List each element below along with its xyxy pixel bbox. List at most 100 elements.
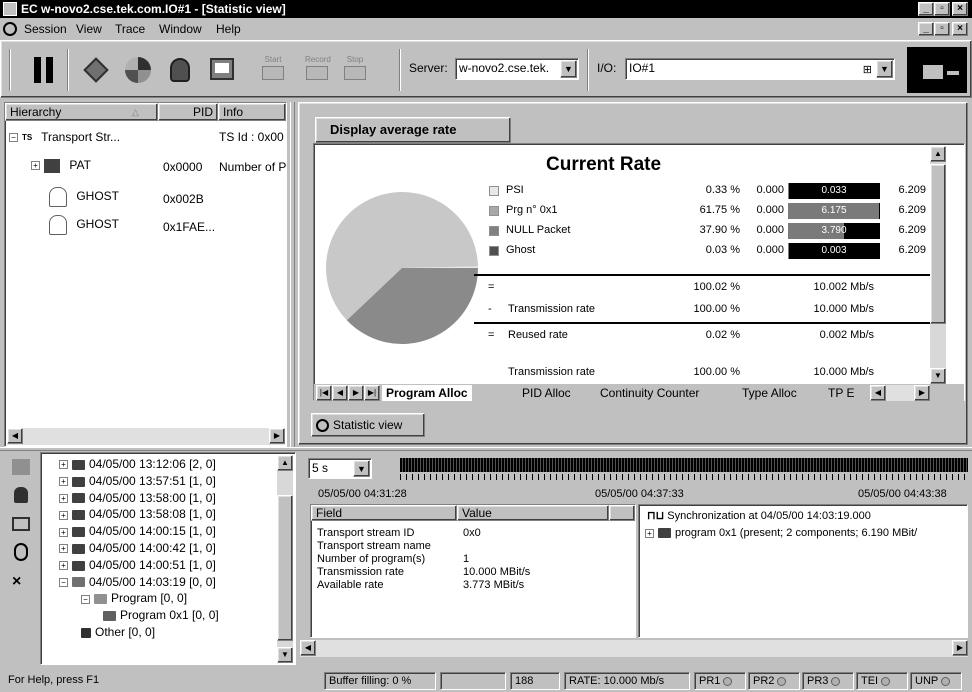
close-button[interactable]: ×: [952, 2, 968, 16]
event-row[interactable]: +04/05/00 14:00:15 [1, 0]: [59, 524, 216, 538]
event-row[interactable]: +04/05/00 13:58:00 [1, 0]: [59, 491, 216, 505]
tab-program-alloc[interactable]: Program Alloc: [382, 385, 472, 401]
collapse-icon[interactable]: −: [81, 594, 90, 604]
scroll-down-icon[interactable]: ▼: [930, 368, 946, 384]
record-button[interactable]: Record: [305, 55, 331, 85]
close-icon[interactable]: ×: [12, 573, 21, 591]
menu-session[interactable]: Session: [24, 18, 67, 40]
child-restore-button[interactable]: ▫: [934, 22, 950, 36]
column-header-value[interactable]: Value: [457, 505, 609, 521]
tab-tp-e[interactable]: TP E: [824, 385, 858, 401]
stop-button[interactable]: Stop: [343, 55, 367, 85]
scroll-thumb[interactable]: [277, 495, 293, 641]
event-row[interactable]: −04/05/00 14:03:19 [0, 0]: [59, 575, 216, 589]
child-minimize-button[interactable]: _: [918, 22, 934, 36]
thermometer-icon[interactable]: [14, 543, 28, 561]
doc-icon[interactable]: [3, 22, 17, 36]
vertical-scrollbar[interactable]: ▲ ▼: [277, 455, 293, 663]
column-header-field[interactable]: Field: [311, 505, 457, 521]
minimize-button[interactable]: _: [918, 2, 934, 16]
statistic-view-tab[interactable]: Statistic view: [311, 413, 425, 437]
prev-tab-icon[interactable]: ◀: [332, 385, 348, 401]
interval-select[interactable]: 5 s ▼: [308, 458, 372, 479]
tab-scrollbar[interactable]: ◀ ▶: [870, 385, 930, 401]
monitor-icon[interactable]: [207, 55, 237, 85]
tree-row-program[interactable]: + program 0x1 (present; 2 components; 6.1…: [645, 527, 917, 539]
expand-icon[interactable]: +: [59, 477, 68, 487]
expand-icon[interactable]: +: [31, 161, 40, 171]
hierarchy-tree[interactable]: Hierarchy △ PID Info − TS Transport Str...…: [4, 102, 287, 447]
display-average-rate-tab[interactable]: Display average rate: [315, 117, 511, 143]
expand-icon[interactable]: +: [59, 493, 68, 503]
collapse-icon[interactable]: −: [59, 577, 68, 587]
start-button[interactable]: Start: [261, 55, 285, 85]
scroll-right-icon[interactable]: ▶: [952, 640, 968, 656]
expand-icon[interactable]: +: [59, 561, 68, 571]
last-tab-icon[interactable]: ▶|: [364, 385, 380, 401]
tree-row-transport-stream[interactable]: − TS Transport Str...: [9, 130, 120, 144]
field-table[interactable]: Field Value Transport stream ID 0x0 Transp…: [310, 504, 636, 638]
chevron-down-icon[interactable]: ▼: [560, 60, 577, 78]
event-log-tree[interactable]: +04/05/00 13:12:06 [2, 0] +04/05/00 13:57…: [40, 452, 296, 665]
tree-row-sync[interactable]: ⊓⊔ Synchronization at 04/05/00 14:03:19.…: [647, 509, 871, 522]
expand-icon[interactable]: +: [59, 544, 68, 554]
event-row[interactable]: +04/05/00 13:58:08 [1, 0]: [59, 507, 216, 521]
next-tab-icon[interactable]: ▶: [348, 385, 364, 401]
horizontal-scrollbar[interactable]: ◀ ▶: [300, 640, 968, 657]
tree-row-ghost[interactable]: GHOST: [49, 187, 119, 207]
scroll-down-icon[interactable]: ▼: [277, 647, 293, 663]
tag-icon[interactable]: [81, 55, 111, 85]
app-icon[interactable]: [3, 2, 17, 16]
scroll-thumb[interactable]: [930, 164, 946, 324]
tab-type-alloc[interactable]: Type Alloc: [738, 385, 801, 401]
event-row[interactable]: +04/05/00 13:12:06 [2, 0]: [59, 457, 216, 471]
child-close-button[interactable]: ×: [952, 22, 968, 36]
io-select[interactable]: IO#1 ⊞ ▼: [625, 58, 895, 80]
tree-row-pat[interactable]: + PAT: [31, 158, 91, 173]
network-icon[interactable]: [12, 517, 30, 531]
globe-icon[interactable]: [165, 55, 195, 85]
column-header-hierarchy[interactable]: Hierarchy △: [5, 103, 158, 121]
event-row[interactable]: − Program [0, 0]: [81, 591, 187, 605]
horizontal-scrollbar[interactable]: ◀ ▶: [7, 428, 285, 445]
scroll-left-icon[interactable]: ◀: [870, 385, 886, 401]
splitter[interactable]: [290, 102, 295, 447]
expand-icon[interactable]: +: [59, 460, 68, 470]
scroll-right-icon[interactable]: ▶: [269, 428, 285, 444]
chevron-down-icon[interactable]: ▼: [876, 60, 893, 78]
scroll-right-icon[interactable]: ▶: [914, 385, 930, 401]
column-header-info[interactable]: Info: [218, 103, 286, 121]
folder-icon[interactable]: [12, 459, 30, 475]
collapse-icon[interactable]: −: [9, 133, 18, 143]
scroll-up-icon[interactable]: ▲: [277, 455, 293, 471]
menu-window[interactable]: Window: [159, 18, 202, 40]
pie-chart-icon[interactable]: [123, 55, 153, 85]
scroll-left-icon[interactable]: ◀: [300, 640, 316, 656]
event-row[interactable]: +04/05/00 13:57:51 [1, 0]: [59, 474, 216, 488]
expand-icon[interactable]: +: [645, 528, 654, 538]
menu-help[interactable]: Help: [216, 18, 241, 40]
tab-continuity-counter[interactable]: Continuity Counter: [596, 385, 703, 401]
server-select[interactable]: w-novo2.cse.tek. ▼: [455, 58, 579, 80]
tab-pid-alloc[interactable]: PID Alloc: [518, 385, 575, 401]
scroll-left-icon[interactable]: ◀: [7, 428, 23, 444]
column-header-pid[interactable]: PID: [158, 103, 218, 121]
horizontal-splitter[interactable]: [0, 447, 972, 451]
expand-icon[interactable]: +: [59, 510, 68, 520]
maximize-button[interactable]: ▫: [934, 2, 950, 16]
event-row[interactable]: +04/05/00 14:00:42 [1, 0]: [59, 541, 216, 555]
menu-trace[interactable]: Trace: [115, 18, 145, 40]
menu-view[interactable]: View: [76, 18, 102, 40]
scroll-up-icon[interactable]: ▲: [930, 146, 946, 162]
pause-icon[interactable]: [29, 55, 59, 85]
detail-tree[interactable]: ⊓⊔ Synchronization at 04/05/00 14:03:19.…: [638, 504, 968, 638]
timeline-track[interactable]: [400, 458, 968, 472]
expand-icon[interactable]: +: [59, 527, 68, 537]
event-row[interactable]: +04/05/00 14:00:51 [1, 0]: [59, 558, 216, 572]
chevron-down-icon[interactable]: ▼: [353, 460, 370, 477]
globe-icon[interactable]: [14, 487, 28, 503]
event-row[interactable]: Program 0x1 [0, 0]: [103, 608, 219, 622]
tree-row-ghost[interactable]: GHOST: [49, 215, 119, 235]
vertical-scrollbar[interactable]: ▲ ▼: [930, 146, 946, 384]
first-tab-icon[interactable]: |◀: [316, 385, 332, 401]
